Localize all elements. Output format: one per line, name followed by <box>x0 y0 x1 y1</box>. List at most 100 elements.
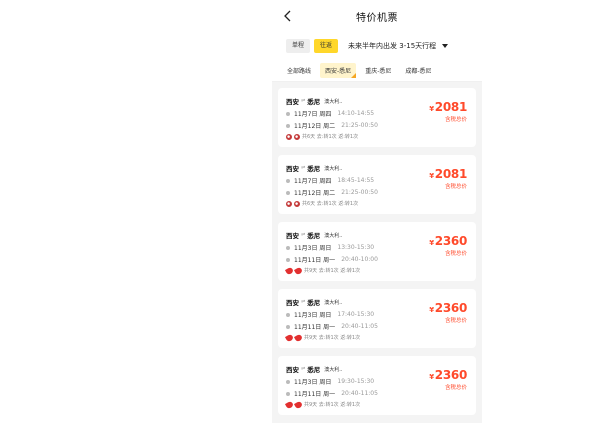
outbound-time: 19:30-15:30 <box>337 378 375 385</box>
return-date: 11月11日 周一 <box>294 391 336 398</box>
flight-card[interactable]: 西安 ⇌ 悉尼 澳大利.. 11月7日 周四 18:45-14:55 11月12… <box>278 155 476 214</box>
bullet-icon <box>286 257 290 262</box>
destination-country: 澳大利.. <box>324 98 343 105</box>
return-time: 20:40-11:05 <box>341 323 378 330</box>
round-trip-arrow-icon: ⇌ <box>301 232 306 238</box>
round-trip-arrow-icon: ⇌ <box>301 98 306 104</box>
return-time: 20:40-10:00 <box>341 256 378 263</box>
currency-symbol: ¥ <box>429 105 434 113</box>
price-label: 含税总价 <box>444 385 467 391</box>
price-amount: ¥2360 <box>429 368 467 382</box>
back-button[interactable] <box>280 8 294 24</box>
price-block: ¥2360 含税总价 <box>429 301 467 324</box>
round-trip-tab[interactable]: 往返 <box>314 39 339 53</box>
price-value: 2081 <box>434 100 468 114</box>
currency-symbol: ¥ <box>429 239 434 247</box>
header-area: 特价机票 单程 往返 未来半年内出发 3-15天行程 全部路线 西安-悉尼 重庆… <box>272 0 482 82</box>
outbound-time: 13:30-15:30 <box>337 244 375 251</box>
date-range-label: 未来半年内出发 3-15天行程 <box>348 42 437 50</box>
price-amount: ¥2081 <box>429 100 467 114</box>
flight-card[interactable]: 西安 ⇌ 悉尼 澳大利.. 11月3日 周日 17:40-15:30 11月11… <box>278 289 476 348</box>
bullet-icon <box>286 123 290 128</box>
round-trip-arrow-icon: ⇌ <box>301 299 306 305</box>
currency-symbol: ¥ <box>429 172 434 180</box>
round-trip-arrow-icon: ⇌ <box>301 366 306 372</box>
price-block: ¥2081 含税总价 <box>429 167 467 190</box>
price-label: 含税总价 <box>444 251 467 257</box>
price-block: ¥2360 含税总价 <box>429 234 467 257</box>
route-tab-all[interactable]: 全部路线 <box>282 63 316 78</box>
destination-city: 悉尼 <box>307 366 321 374</box>
airline-logo-icon <box>293 266 304 275</box>
return-date: 11月12日 周二 <box>294 123 336 130</box>
currency-symbol: ¥ <box>429 306 434 314</box>
phone-screen: 特价机票 单程 往返 未来半年内出发 3-15天行程 全部路线 西安-悉尼 重庆… <box>272 0 482 423</box>
outbound-date: 11月3日 周日 <box>294 379 332 386</box>
trip-meta: 共9天 去:转1次 返:转1次 <box>284 266 468 275</box>
airline-logo-icon <box>294 133 300 140</box>
destination-city: 悉尼 <box>307 232 321 240</box>
outbound-date: 11月3日 周日 <box>294 245 332 252</box>
destination-city: 悉尼 <box>307 98 321 106</box>
origin-city: 西安 <box>286 366 299 374</box>
outbound-time: 14:10-14:55 <box>337 110 375 117</box>
date-range-select[interactable]: 未来半年内出发 3-15天行程 <box>348 41 449 51</box>
bullet-icon <box>286 312 290 317</box>
destination-city: 悉尼 <box>307 299 321 307</box>
return-date: 11月11日 周一 <box>294 257 336 264</box>
origin-city: 西安 <box>286 98 299 106</box>
origin-city: 西安 <box>286 232 299 240</box>
one-way-tab[interactable]: 单程 <box>286 39 311 53</box>
outbound-time: 17:40-15:30 <box>337 311 375 318</box>
price-label: 含税总价 <box>444 318 467 324</box>
flight-card[interactable]: 西安 ⇌ 悉尼 澳大利.. 11月3日 周日 13:30-15:30 11月11… <box>278 222 476 281</box>
flight-card[interactable]: 西安 ⇌ 悉尼 澳大利.. 11月7日 周四 14:10-14:55 11月12… <box>278 88 476 147</box>
bullet-icon <box>286 391 290 396</box>
airline-logo-icon <box>293 400 304 409</box>
airline-logo-icon <box>284 333 295 342</box>
price-label: 含税总价 <box>444 184 467 190</box>
origin-city: 西安 <box>286 299 299 307</box>
price-value: 2081 <box>434 167 468 181</box>
price-amount: ¥2081 <box>429 167 467 181</box>
trip-meta: 共9天 去:转1次 返:转1次 <box>284 400 468 409</box>
destination-country: 澳大利.. <box>324 232 343 239</box>
nav-bar: 特价机票 <box>272 0 482 32</box>
trip-summary: 共9天 去:转1次 返:转1次 <box>304 268 361 274</box>
destination-country: 澳大利.. <box>324 165 343 172</box>
route-tab-chengdu-sydney[interactable]: 成都-悉尼 <box>400 63 436 78</box>
price-amount: ¥2360 <box>429 234 467 248</box>
flight-list: 西安 ⇌ 悉尼 澳大利.. 11月7日 周四 14:10-14:55 11月12… <box>272 82 482 415</box>
return-time: 21:25-00:50 <box>341 189 378 196</box>
flight-card[interactable]: 西安 ⇌ 悉尼 澳大利.. 11月3日 周日 19:30-15:30 11月11… <box>278 356 476 415</box>
price-value: 2360 <box>434 301 468 315</box>
airline-logo-icon <box>294 200 300 207</box>
route-tab-xian-sydney[interactable]: 西安-悉尼 <box>320 63 357 78</box>
trip-filter-bar: 单程 往返 未来半年内出发 3-15天行程 <box>272 32 482 60</box>
bullet-icon <box>286 324 290 329</box>
airline-logo-icon <box>286 200 292 207</box>
page-title: 特价机票 <box>356 12 398 24</box>
route-tab-chongqing-sydney[interactable]: 重庆-悉尼 <box>360 63 396 78</box>
airline-logo-icon <box>284 266 295 275</box>
outbound-date: 11月3日 周日 <box>294 312 332 319</box>
outbound-date: 11月7日 周四 <box>294 111 332 118</box>
round-trip-arrow-icon: ⇌ <box>301 165 306 171</box>
airline-logo-icon <box>284 400 295 409</box>
bullet-icon <box>286 178 290 183</box>
price-amount: ¥2360 <box>429 301 467 315</box>
bullet-icon <box>286 379 290 384</box>
price-block: ¥2360 含税总价 <box>429 368 467 391</box>
trip-meta: 共6天 去:转1次 返:转1次 <box>286 200 468 207</box>
bullet-icon <box>286 111 290 116</box>
caret-down-icon <box>442 44 449 48</box>
price-value: 2360 <box>434 368 468 382</box>
destination-country: 澳大利.. <box>324 366 343 373</box>
return-date: 11月12日 周二 <box>294 190 336 197</box>
bullet-icon <box>286 245 290 250</box>
outbound-date: 11月7日 周四 <box>294 178 332 185</box>
price-label: 含税总价 <box>444 117 467 123</box>
trip-meta: 共9天 去:转1次 返:转1次 <box>284 333 468 342</box>
destination-country: 澳大利.. <box>324 299 343 306</box>
trip-summary: 共6天 去:转1次 返:转1次 <box>302 201 359 207</box>
